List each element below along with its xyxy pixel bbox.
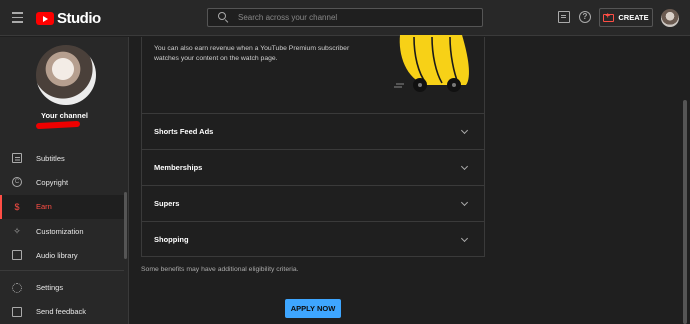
help-icon[interactable]: ?	[579, 11, 591, 23]
top-bar: Studio ? CREATE	[0, 0, 690, 36]
create-video-icon	[603, 11, 615, 22]
dollar-icon: $	[14, 201, 20, 212]
channel-avatar[interactable]	[36, 45, 96, 105]
search-input[interactable]	[238, 13, 468, 22]
sidebar-item-settings[interactable]: Settings	[0, 275, 124, 299]
sidebar: Your channel Subtitles C Copyright $ Ear…	[0, 37, 129, 324]
sidebar-item-label: Subtitles	[36, 153, 65, 163]
sidebar-item-send-feedback[interactable]: Send feedback	[0, 300, 124, 324]
channel-name-redaction	[35, 120, 81, 130]
sidebar-scrollbar[interactable]	[124, 192, 127, 259]
accordion-memberships[interactable]: Memberships	[142, 149, 484, 185]
chevron-down-icon[interactable]	[460, 126, 469, 135]
sidebar-item-audio-library[interactable]: Audio library	[0, 243, 124, 267]
gear-icon	[12, 282, 22, 293]
chevron-down-icon[interactable]	[460, 198, 469, 207]
accordion-shorts-feed-ads[interactable]: Shorts Feed Ads	[142, 113, 484, 149]
messages-icon[interactable]	[558, 11, 570, 23]
main-scrollbar[interactable]	[683, 100, 687, 324]
audio-library-icon	[12, 250, 22, 261]
subtitles-icon	[12, 153, 22, 164]
chevron-down-icon[interactable]	[460, 234, 469, 243]
magic-wand-icon: ✧	[13, 226, 21, 237]
create-button[interactable]: CREATE	[599, 8, 653, 27]
apply-now-button[interactable]: APPLY NOW	[285, 299, 341, 318]
menu-icon[interactable]	[12, 12, 23, 23]
accordion-shopping[interactable]: Shopping	[142, 221, 484, 257]
youtube-logo-icon	[36, 12, 54, 25]
logo-text: Studio	[57, 10, 101, 27]
feedback-icon	[12, 306, 22, 317]
eligibility-note: Some benefits may have additional eligib…	[141, 266, 299, 273]
sidebar-item-label: Earn	[36, 202, 52, 212]
search-bar[interactable]	[207, 8, 483, 27]
sidebar-item-label: Send feedback	[36, 307, 87, 317]
create-label: CREATE	[618, 13, 649, 22]
sidebar-item-customization[interactable]: ✧ Customization	[0, 219, 124, 243]
sidebar-item-label: Customization	[36, 226, 84, 236]
sidebar-item-earn[interactable]: $ Earn	[0, 194, 124, 220]
banana-car-illustration	[394, 35, 469, 92]
premium-description: You can also earn revenue when a YouTube…	[154, 45, 350, 62]
accordion-supers[interactable]: Supers	[142, 185, 484, 221]
chevron-down-icon[interactable]	[460, 162, 469, 171]
accordion-title: Shorts Feed Ads	[154, 127, 214, 136]
accordion-title: Shopping	[154, 235, 189, 244]
sidebar-item-subtitles[interactable]: Subtitles	[0, 146, 124, 170]
sidebar-item-copyright[interactable]: C Copyright	[0, 170, 124, 194]
sidebar-item-label: Copyright	[36, 177, 69, 187]
benefits-card: You can also earn revenue when a YouTube…	[141, 35, 485, 257]
copyright-icon: C	[12, 177, 22, 188]
accordion-title: Supers	[154, 199, 180, 208]
search-icon[interactable]	[216, 10, 232, 26]
sidebar-nav: Subtitles C Copyright $ Earn ✧ Customiza…	[0, 146, 124, 324]
main-content: You can also earn revenue when a YouTube…	[130, 35, 690, 324]
sidebar-item-label: Audio library	[36, 250, 78, 260]
accordion-title: Memberships	[154, 163, 203, 172]
account-avatar[interactable]	[661, 9, 679, 27]
channel-label: Your channel	[41, 111, 88, 120]
studio-logo[interactable]: Studio	[36, 10, 101, 27]
sidebar-item-label: Settings	[36, 283, 64, 293]
